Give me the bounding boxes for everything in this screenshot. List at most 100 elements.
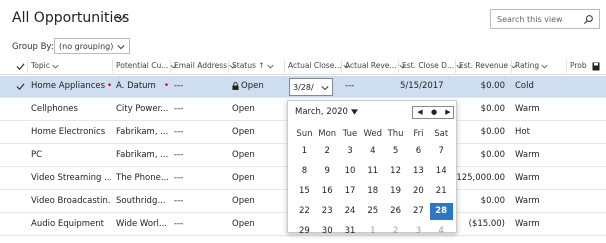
cell-customer[interactable]: Fabrikam, ... [116, 150, 168, 160]
cell-est-revenue[interactable]: $0.00 [449, 104, 505, 114]
column-header-est-revenue[interactable]: Est. Revenue [459, 61, 517, 70]
column-header-topic[interactable]: Topic [31, 61, 59, 70]
column-header-actual-revenue[interactable]: Actual Reve... [345, 61, 406, 70]
cell-topic[interactable]: Video Streaming ... [31, 173, 111, 183]
column-header-potential-customer[interactable]: Potential Cu... [116, 61, 177, 70]
calendar-day[interactable]: 14 [430, 163, 453, 180]
calendar-day[interactable]: 1 [361, 223, 384, 240]
column-header-est-close[interactable]: Est. Close D... [402, 61, 463, 70]
cell-status[interactable]: Open [232, 127, 282, 137]
cell-rating[interactable]: Warm [515, 196, 563, 206]
calendar-day[interactable]: 25 [361, 203, 384, 220]
calendar-day[interactable]: 8 [293, 163, 316, 180]
cell-email[interactable]: --- [174, 104, 224, 114]
today-button[interactable]: ● [427, 107, 441, 118]
chevron-down-icon[interactable] [321, 84, 329, 92]
calendar-day[interactable]: 30 [316, 223, 339, 240]
cell-topic[interactable]: Home Electronics [31, 127, 111, 137]
calendar-day[interactable]: 17 [339, 183, 362, 200]
cell-topic[interactable]: Video Broadcastin... [31, 196, 111, 206]
calendar-day[interactable]: 24 [339, 203, 362, 220]
cell-status[interactable]: Open [232, 173, 282, 183]
calendar-day[interactable]: 3 [407, 223, 430, 240]
calendar-day[interactable]: 16 [316, 183, 339, 200]
next-month-button[interactable]: ▶ [441, 107, 455, 118]
cell-rating[interactable]: Warm [515, 150, 563, 160]
cell-topic[interactable]: PC [31, 150, 111, 160]
cell-customer[interactable]: Wide Worl... [116, 219, 168, 229]
calendar-day[interactable]: 4 [361, 143, 384, 160]
calendar-day[interactable]: 27 [407, 203, 430, 220]
cell-customer[interactable]: Fabrikam, ... [116, 127, 168, 137]
cell-topic[interactable]: Cellphones [31, 104, 111, 114]
calendar-day[interactable]: 13 [407, 163, 430, 180]
save-view-icon[interactable] [592, 62, 600, 71]
cell-customer[interactable]: A. Datum [116, 81, 168, 91]
cell-customer[interactable]: City Power... [116, 104, 168, 114]
column-header-email[interactable]: Email Address [174, 61, 236, 70]
cell-status[interactable]: Open [241, 81, 291, 91]
cell-customer[interactable]: The Phone... [116, 173, 168, 183]
select-all-checkmark-icon[interactable] [16, 62, 25, 71]
cell-topic[interactable]: Home Appliances [31, 81, 111, 91]
chevron-down-icon[interactable] [116, 13, 126, 23]
cell-customer[interactable]: Southridg... [116, 196, 168, 206]
calendar-month-selector[interactable]: March, 2020 [295, 107, 358, 117]
calendar-day[interactable]: 29 [293, 223, 316, 240]
cell-email[interactable]: --- [174, 81, 224, 91]
cell-email[interactable]: --- [174, 196, 224, 206]
cell-est-revenue[interactable]: $0.00 [449, 127, 505, 137]
cell-rating[interactable]: Cold [515, 81, 563, 91]
calendar-day[interactable]: 2 [316, 143, 339, 160]
column-header-rating[interactable]: Rating [515, 61, 548, 70]
cell-email[interactable]: --- [174, 150, 224, 160]
calendar-day[interactable]: 12 [384, 163, 407, 180]
calendar-day[interactable]: 6 [407, 143, 430, 160]
calendar-day[interactable]: 21 [430, 183, 453, 200]
cell-est-revenue[interactable]: $0.00 [449, 81, 505, 91]
cell-status[interactable]: Open [232, 150, 282, 160]
calendar-day[interactable]: 28 [429, 203, 453, 220]
calendar-day[interactable]: 4 [430, 223, 453, 240]
cell-rating[interactable]: Warm [515, 104, 563, 114]
calendar-day[interactable]: 20 [407, 183, 430, 200]
row-checkmark-icon[interactable] [16, 82, 25, 91]
cell-rating[interactable]: Warm [515, 219, 563, 229]
cell-email[interactable]: --- [174, 173, 224, 183]
cell-est-close[interactable]: 5/15/2017 [400, 81, 450, 91]
calendar-day[interactable]: 11 [361, 163, 384, 180]
calendar-day[interactable]: 9 [316, 163, 339, 180]
calendar-day[interactable]: 31 [339, 223, 362, 240]
calendar-day[interactable]: 23 [316, 203, 339, 220]
cell-topic[interactable]: Audio Equipment [31, 219, 111, 229]
calendar-day[interactable]: 5 [384, 143, 407, 160]
calendar-day[interactable]: 2 [384, 223, 407, 240]
cell-est-revenue[interactable]: ($15.00) [449, 219, 505, 229]
cell-email[interactable]: --- [174, 219, 224, 229]
cell-actual-revenue[interactable]: --- [345, 81, 395, 91]
calendar-day[interactable]: 10 [339, 163, 362, 180]
cell-est-revenue[interactable]: $0.00 [449, 196, 505, 206]
calendar-day[interactable]: 3 [339, 143, 362, 160]
cell-est-revenue[interactable]: $125,000.00 [449, 173, 505, 183]
cell-est-revenue[interactable]: $0.00 [449, 150, 505, 160]
calendar-day[interactable]: 26 [384, 203, 407, 220]
cell-rating[interactable]: Warm [515, 173, 563, 183]
column-header-probability[interactable]: Prob [570, 61, 587, 70]
cell-status[interactable]: Open [232, 219, 282, 229]
calendar-day[interactable]: 15 [293, 183, 316, 200]
search-input[interactable]: Search this view [490, 9, 600, 29]
calendar-day[interactable]: 19 [384, 183, 407, 200]
group-by-select[interactable]: (no grouping) [54, 38, 130, 54]
calendar-day[interactable]: 18 [361, 183, 384, 200]
view-title[interactable]: All Opportunities [12, 10, 129, 26]
column-header-status[interactable]: Status ↑ [232, 61, 274, 70]
calendar-day[interactable]: 1 [293, 143, 316, 160]
search-icon[interactable] [583, 14, 594, 25]
cell-status[interactable]: Open [232, 196, 282, 206]
cell-email[interactable]: --- [174, 127, 224, 137]
previous-month-button[interactable]: ◀ [413, 107, 427, 118]
table-row[interactable]: Home Appliances A. Datum --- Open --- 5/15/20… [0, 76, 606, 98]
calendar-day[interactable]: 22 [293, 203, 316, 220]
cell-rating[interactable]: Hot [515, 127, 563, 137]
